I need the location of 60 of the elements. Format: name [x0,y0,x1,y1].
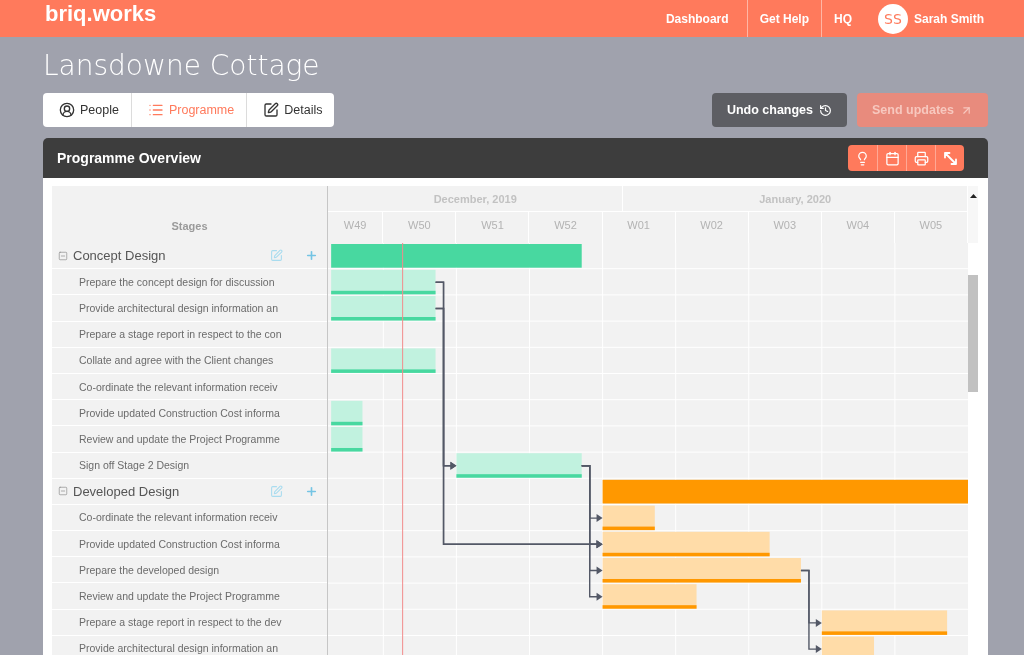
task-row[interactable]: Prepare the concept design for discussion [52,269,327,296]
task-bar[interactable] [331,269,436,295]
task-row[interactable]: Co-ordinate the relevant information receiv [52,504,327,532]
task-row[interactable]: Provide architectural design information an [52,635,327,655]
scrollbar-thumb[interactable] [968,275,978,392]
calendar-button[interactable] [877,145,906,171]
tab[interactable]: Programme [130,93,247,127]
task-row[interactable]: Provide updated Construction Cost informa [52,400,327,427]
user-name[interactable]: Sarah Smith [913,11,984,26]
task-bar[interactable] [602,531,770,557]
task-bar[interactable] [331,296,436,321]
task-row[interactable]: Prepare a stage report in respect to the dev [52,609,327,636]
lightbulb-button[interactable] [848,145,877,171]
panel-title: Programme Overview [57,150,201,166]
task-row[interactable]: Collate and agree with the Client changes [52,347,327,374]
brand-logo[interactable]: briq.works [45,0,157,28]
nav-link[interactable]: Get Help [746,0,821,37]
plus-icon[interactable] [305,249,318,263]
task-row[interactable]: Review and update the Project Programme [52,426,327,453]
column-header: Stages [52,186,327,243]
history-icon [819,103,833,117]
task-row[interactable]: Review and update the Project Programme [52,583,327,610]
stage-bar[interactable] [331,244,582,268]
stage-name: Concept Design [73,248,167,264]
task-bar[interactable] [456,453,582,478]
task-row[interactable]: Provide architectural design information an [52,295,327,322]
task-bar[interactable] [331,427,363,452]
nav-link[interactable]: Dashboard [653,0,741,37]
task-bar[interactable] [331,348,436,373]
collapse-icon[interactable] [58,486,68,497]
task-row[interactable]: Co-ordinate the relevant information receiv [52,373,327,401]
collapse-icon[interactable] [58,250,68,261]
undo-button[interactable]: Undo changes [711,93,848,127]
calendar-icon [884,150,900,166]
caret-up-icon[interactable] [969,194,977,198]
project-title: Lansdowne Cottage [43,49,320,83]
task-row[interactable]: Prepare the developed design [52,557,327,584]
plus-icon[interactable] [305,484,318,498]
edit-icon[interactable] [270,249,283,263]
stage-name: Developed Design [73,483,181,499]
edit-icon [263,102,280,118]
diagonal-arrow-icon [943,151,957,165]
print-button[interactable] [906,145,935,171]
expand-button[interactable] [935,145,964,171]
tab[interactable]: Details [246,93,335,127]
task-row[interactable]: Prepare a stage report in respect to the con [52,321,327,348]
tab[interactable]: People [43,93,131,127]
nav-link[interactable]: HQ [820,0,864,37]
task-bar[interactable] [602,584,697,609]
task-row[interactable]: Sign off Stage 2 Design [52,452,327,479]
printer-icon [913,150,929,166]
task-bar[interactable] [602,558,801,583]
stage-bar[interactable] [602,479,968,504]
list-icon [147,102,164,118]
user-avatar[interactable]: SS [877,3,908,34]
lightbulb-icon [855,150,870,166]
user-icon [59,102,75,118]
task-row[interactable]: Provide updated Construction Cost informa [52,531,327,558]
edit-icon[interactable] [270,484,283,498]
task-bar[interactable] [331,400,363,426]
